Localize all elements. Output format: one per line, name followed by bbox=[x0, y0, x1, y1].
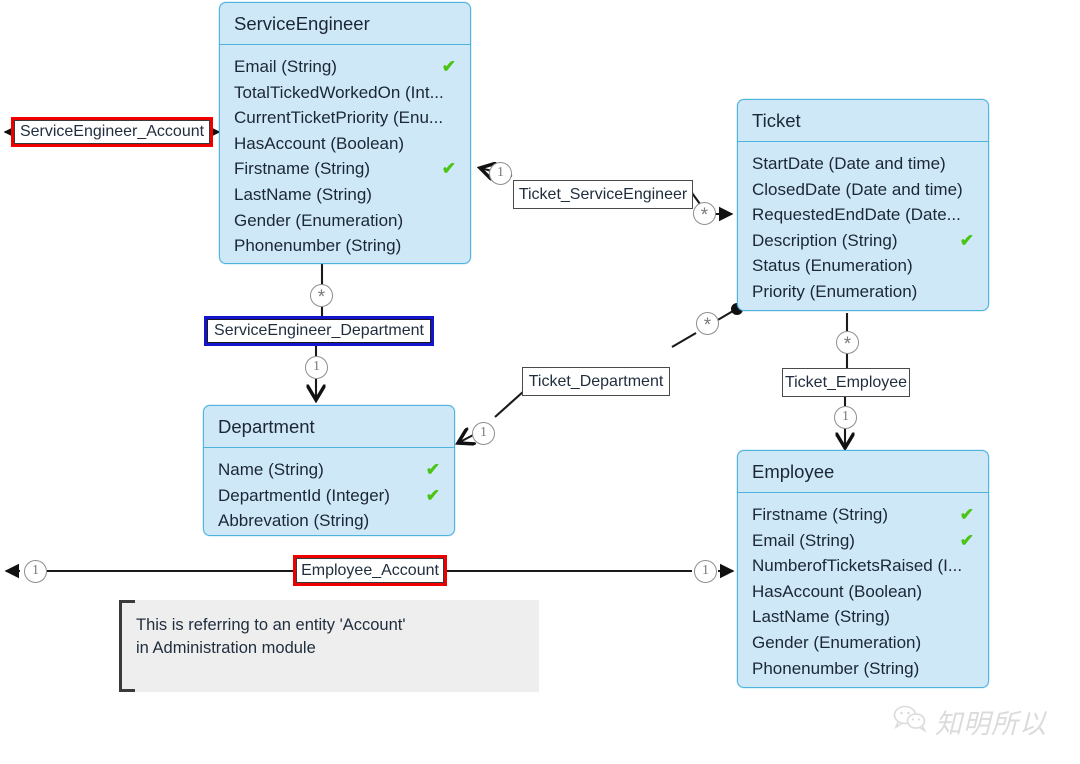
multiplicity-ticket-department-many: * bbox=[696, 312, 719, 336]
multiplicity-serviceengineer-department-one: 1 bbox=[305, 356, 328, 379]
attribute-label: Abbrevation (String) bbox=[218, 511, 370, 531]
multiplicity-employee-account-right: 1 bbox=[694, 560, 717, 583]
association-label: Employee_Account bbox=[296, 558, 444, 583]
association-label: Ticket_ServiceEngineer bbox=[518, 185, 688, 203]
attribute-row: HasAccount (Boolean) bbox=[234, 131, 460, 157]
watermark: 知明所以 bbox=[893, 702, 1047, 741]
attribute-row: HasAccount (Boolean) bbox=[752, 579, 978, 605]
attribute-row: Name (String) ✔ bbox=[218, 457, 444, 483]
required-check-icon: ✔ bbox=[959, 505, 974, 524]
attribute-row: Email (String) ✔ bbox=[234, 54, 460, 80]
entity-attribute-list: Email (String) ✔ TotalTickedWorkedOn (In… bbox=[220, 45, 470, 269]
attribute-row: NumberofTicketsRaised (I... bbox=[752, 553, 978, 579]
entity-employee[interactable]: Employee Firstname (String) ✔ Email (Str… bbox=[737, 450, 989, 688]
attribute-row: LastName (String) bbox=[752, 604, 978, 630]
attribute-row: DepartmentId (Integer) ✔ bbox=[218, 483, 444, 509]
entity-title: Department bbox=[204, 406, 454, 448]
attribute-label: Gender (Enumeration) bbox=[234, 210, 404, 230]
entity-title: Ticket bbox=[738, 100, 988, 142]
attribute-row: Email (String) ✔ bbox=[752, 528, 978, 554]
diagram-canvas: ServiceEngineer Email (String) ✔ TotalTi… bbox=[0, 0, 1080, 764]
attribute-label: Phonenumber (String) bbox=[752, 658, 920, 678]
attribute-label: Firstname (String) bbox=[234, 159, 371, 179]
attribute-label: NumberofTicketsRaised (I... bbox=[752, 556, 963, 576]
note-line-1: This is referring to an entity 'Account' bbox=[136, 616, 406, 634]
attribute-label: TotalTickedWorkedOn (Int... bbox=[234, 82, 444, 102]
association-employee-account[interactable]: Employee_Account bbox=[293, 555, 447, 586]
attribute-label: Name (String) bbox=[218, 460, 324, 479]
attribute-row: Gender (Enumeration) bbox=[234, 208, 460, 234]
required-check-icon: ✔ bbox=[441, 57, 456, 76]
attribute-row: Phonenumber (String) bbox=[234, 233, 460, 259]
entity-ticket[interactable]: Ticket StartDate (Date and time) ClosedD… bbox=[737, 99, 989, 311]
association-label: Ticket_Employee bbox=[784, 373, 908, 391]
required-check-icon: ✔ bbox=[441, 159, 456, 179]
attribute-label: StartDate (Date and time) bbox=[752, 154, 946, 173]
attribute-row: RequestedEndDate (Date... bbox=[752, 202, 978, 228]
attribute-row: CurrentTicketPriority (Enu... bbox=[234, 105, 460, 131]
attribute-label: Email (String) bbox=[752, 530, 855, 550]
attribute-row: Priority (Enumeration) bbox=[752, 279, 978, 305]
association-serviceengineer-account[interactable]: ServiceEngineer_Account bbox=[11, 117, 213, 147]
attribute-row: LastName (String) bbox=[234, 182, 460, 208]
attribute-label: Description (String) bbox=[752, 230, 898, 250]
attribute-row: ClosedDate (Date and time) bbox=[752, 177, 978, 203]
attribute-label: Status (Enumeration) bbox=[752, 256, 913, 276]
wechat-icon bbox=[893, 705, 927, 738]
association-ticket-serviceengineer[interactable]: Ticket_ServiceEngineer bbox=[513, 180, 693, 209]
multiplicity-employee-account-left: 1 bbox=[24, 560, 47, 583]
multiplicity-serviceengineer-department-many: * bbox=[310, 284, 333, 308]
attribute-label: Priority (Enumeration) bbox=[752, 281, 918, 301]
watermark-text: 知明所以 bbox=[935, 709, 1047, 739]
attribute-label: Phonenumber (String) bbox=[234, 236, 402, 256]
entity-department[interactable]: Department Name (String) ✔ DepartmentId … bbox=[203, 405, 455, 536]
attribute-label: HasAccount (Boolean) bbox=[752, 581, 923, 601]
attribute-label: Firstname (String) bbox=[752, 505, 889, 524]
attribute-row: StartDate (Date and time) bbox=[752, 151, 978, 177]
association-serviceengineer-department[interactable]: ServiceEngineer_Department bbox=[204, 316, 434, 346]
attribute-row: Gender (Enumeration) bbox=[752, 630, 978, 656]
diagram-note: This is referring to an entity 'Account'… bbox=[119, 600, 539, 692]
attribute-label: RequestedEndDate (Date... bbox=[752, 205, 961, 225]
entity-service-engineer[interactable]: ServiceEngineer Email (String) ✔ TotalTi… bbox=[219, 2, 471, 264]
attribute-label: HasAccount (Boolean) bbox=[234, 133, 405, 153]
required-check-icon: ✔ bbox=[425, 460, 440, 479]
association-ticket-employee[interactable]: Ticket_Employee bbox=[782, 368, 910, 397]
multiplicity-ticket-serviceengineer-one: 1 bbox=[489, 162, 512, 185]
required-check-icon: ✔ bbox=[959, 230, 974, 250]
attribute-label: Email (String) bbox=[234, 57, 337, 76]
required-check-icon: ✔ bbox=[959, 530, 974, 550]
attribute-row: Description (String) ✔ bbox=[752, 228, 978, 254]
attribute-label: DepartmentId (Integer) bbox=[218, 485, 390, 505]
association-label: ServiceEngineer_Department bbox=[207, 319, 431, 343]
attribute-label: Gender (Enumeration) bbox=[752, 632, 922, 652]
entity-attribute-list: Firstname (String) ✔ Email (String) ✔ Nu… bbox=[738, 493, 988, 691]
entity-attribute-list: StartDate (Date and time) ClosedDate (Da… bbox=[738, 142, 988, 315]
attribute-label: CurrentTicketPriority (Enu... bbox=[234, 108, 444, 128]
attribute-label: ClosedDate (Date and time) bbox=[752, 179, 963, 199]
attribute-label: LastName (String) bbox=[234, 184, 372, 204]
entity-attribute-list: Name (String) ✔ DepartmentId (Integer) ✔… bbox=[204, 448, 454, 544]
attribute-row: Abbrevation (String) bbox=[218, 508, 444, 534]
association-ticket-department[interactable]: Ticket_Department bbox=[522, 367, 670, 396]
edge-ticket-department-c bbox=[494, 390, 525, 418]
association-label: Ticket_Department bbox=[528, 372, 664, 390]
multiplicity-ticket-department-one: 1 bbox=[472, 422, 495, 445]
attribute-row: TotalTickedWorkedOn (Int... bbox=[234, 80, 460, 106]
edge-ticket-department-b bbox=[671, 332, 697, 348]
entity-title: ServiceEngineer bbox=[220, 3, 470, 45]
multiplicity-ticket-serviceengineer-many: * bbox=[693, 202, 716, 226]
required-check-icon: ✔ bbox=[425, 485, 440, 505]
attribute-row: Firstname (String) ✔ bbox=[752, 502, 978, 528]
note-line-2: in Administration module bbox=[136, 639, 316, 657]
attribute-row: Firstname (String) ✔ bbox=[234, 156, 460, 182]
attribute-label: LastName (String) bbox=[752, 607, 890, 627]
entity-title: Employee bbox=[738, 451, 988, 493]
multiplicity-ticket-employee-many: * bbox=[836, 331, 859, 355]
multiplicity-ticket-employee-one: 1 bbox=[834, 406, 857, 429]
attribute-row: Phonenumber (String) bbox=[752, 656, 978, 682]
association-label: ServiceEngineer_Account bbox=[14, 120, 210, 144]
attribute-row: Status (Enumeration) bbox=[752, 253, 978, 279]
